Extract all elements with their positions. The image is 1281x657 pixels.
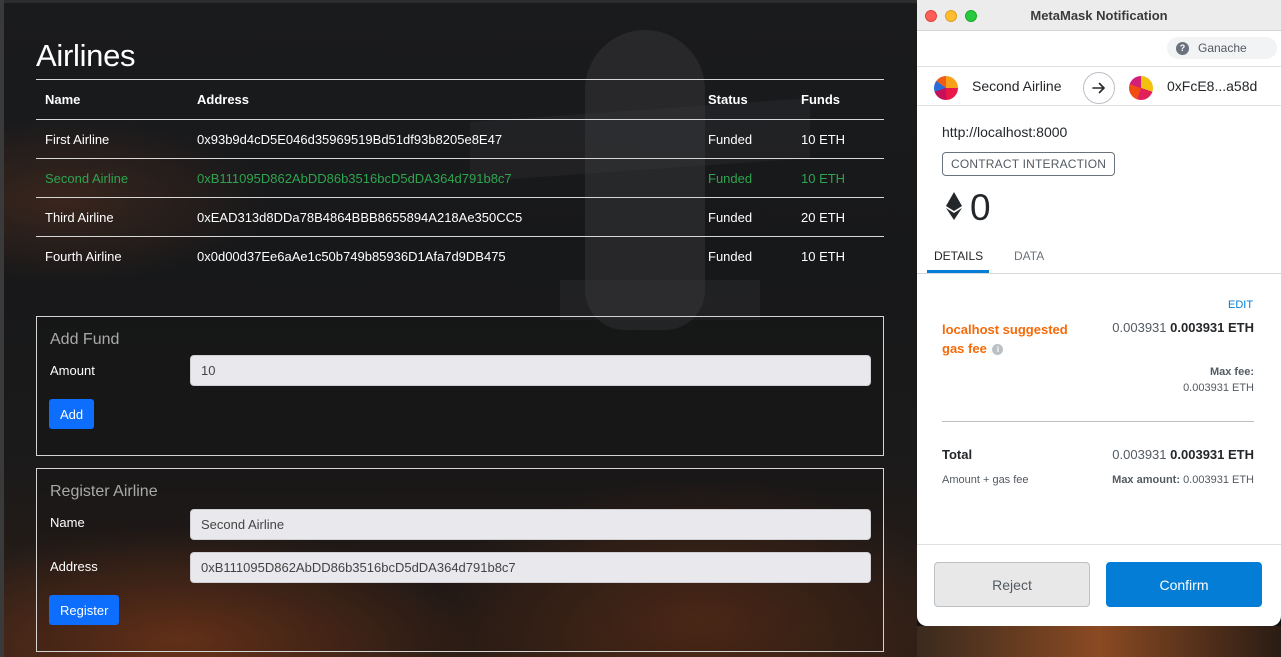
edit-gas-link[interactable]: EDIT xyxy=(1228,299,1253,311)
window-titlebar: MetaMask Notification xyxy=(917,0,1281,31)
to-account-avatar xyxy=(1129,76,1153,100)
total-eth: 0.003931 ETH xyxy=(1170,447,1254,462)
amount-label: Amount xyxy=(50,363,95,378)
table-header-row: Name Address Status Funds xyxy=(36,79,884,120)
confirm-button[interactable]: Confirm xyxy=(1106,562,1262,607)
table-row: Third Airline 0xEAD313d8DDa78B4864BBB865… xyxy=(36,197,884,237)
info-icon[interactable]: i xyxy=(992,344,1004,355)
gas-fee-label: localhost suggested gas fee i xyxy=(942,320,1082,358)
airlines-app: Airlines Name Address Status Funds First… xyxy=(0,0,917,657)
airline-name: Second Airline xyxy=(36,158,188,198)
divider xyxy=(942,421,1254,422)
total-sub-label: Amount + gas fee xyxy=(942,474,1029,486)
from-account-avatar xyxy=(934,76,958,100)
airline-funds: 20 ETH xyxy=(792,197,884,237)
max-fee-label: Max fee: xyxy=(1209,366,1254,378)
total-plain: 0.003931 xyxy=(1112,447,1167,462)
page-title: Airlines xyxy=(36,38,136,73)
gas-fee-value: 0.003931 0.003931 ETH xyxy=(1112,320,1254,335)
window-left-edge xyxy=(0,0,4,657)
name-label: Name xyxy=(50,515,85,530)
tab-details[interactable]: DETAILS xyxy=(934,249,983,263)
from-account-name[interactable]: Second Airline xyxy=(972,78,1062,94)
airline-address: 0xEAD313d8DDa78B4864BBB8655894A218Ae350C… xyxy=(188,197,699,237)
airline-status: Funded xyxy=(699,158,792,198)
amount-input[interactable] xyxy=(190,355,871,386)
max-amount: Max amount: 0.003931 ETH xyxy=(1112,474,1254,486)
header-address: Address xyxy=(188,79,699,120)
active-tab-indicator xyxy=(927,270,989,273)
help-icon: ? xyxy=(1176,41,1189,55)
action-footer: Reject Confirm xyxy=(917,544,1281,626)
network-selector[interactable]: ? Ganache xyxy=(1167,37,1277,59)
add-fund-card: Add Fund Amount Add xyxy=(36,316,884,456)
airlines-table: Name Address Status Funds First Airline … xyxy=(36,79,884,276)
arrow-right-icon xyxy=(1083,72,1115,104)
airline-name-input[interactable] xyxy=(190,509,871,540)
airline-funds: 10 ETH xyxy=(801,248,846,264)
address-label: Address xyxy=(50,559,98,574)
network-name: Ganache xyxy=(1198,41,1247,55)
metamask-window: MetaMask Notification ? Ganache Second A… xyxy=(917,0,1281,626)
airline-address: 0x93b9d4cD5E046d35969519Bd51df93b8205e8E… xyxy=(188,119,699,159)
max-fee-value: 0.003931 ETH xyxy=(1183,382,1254,394)
amount-value: 0 xyxy=(970,187,991,228)
window-top-edge xyxy=(0,0,917,3)
sender-recipient: Second Airline 0xFcE8...a58d xyxy=(917,66,1281,106)
gas-fee-label-text: localhost suggested gas fee xyxy=(942,322,1068,356)
header-name: Name xyxy=(36,79,188,120)
header-status: Status xyxy=(699,79,792,120)
window-title: MetaMask Notification xyxy=(1030,8,1168,23)
airline-status: Funded xyxy=(699,119,792,159)
add-fund-title: Add Fund xyxy=(50,331,120,348)
gas-fee-eth: 0.003931 ETH xyxy=(1170,320,1254,335)
airline-address: 0x0d00d37Ee6aAe1c50b749b85936D1Afa7d9DB4… xyxy=(197,248,506,264)
airline-funds: 10 ETH xyxy=(792,119,884,159)
register-airline-title: Register Airline xyxy=(50,483,158,500)
register-airline-card: Register Airline Name Address Register xyxy=(36,468,884,652)
airline-address-input[interactable] xyxy=(190,552,871,583)
total-label: Total xyxy=(942,447,973,462)
header-funds: Funds xyxy=(792,79,884,120)
max-amount-label: Max amount: xyxy=(1112,474,1180,486)
max-amount-value: 0.003931 ETH xyxy=(1183,474,1254,486)
reject-button[interactable]: Reject xyxy=(934,562,1090,607)
airline-funds: 10 ETH xyxy=(792,158,884,198)
airline-status: Funded xyxy=(699,197,792,237)
table-row: First Airline 0x93b9d4cD5E046d35969519Bd… xyxy=(36,119,884,159)
airline-name: Fourth Airline xyxy=(45,248,122,264)
table-row: Fourth Airline 0x0d00d37Ee6aAe1c50b749b8… xyxy=(36,237,884,276)
gas-fee-plain: 0.003931 xyxy=(1112,320,1167,335)
details-tabs: DETAILS DATA xyxy=(917,240,1281,274)
tab-data[interactable]: DATA xyxy=(1014,249,1044,263)
airline-name: First Airline xyxy=(36,119,188,159)
background-airplane-tail xyxy=(560,280,760,320)
airline-status: Funded xyxy=(708,248,753,264)
transaction-type-badge: CONTRACT INTERACTION xyxy=(942,152,1116,176)
table-row-selected: Second Airline 0xB111095D862AbDD86b3516b… xyxy=(36,158,884,198)
desktop-background-strip xyxy=(917,626,1281,657)
total-value: 0.003931 0.003931 ETH xyxy=(1112,447,1254,462)
site-origin: http://localhost:8000 xyxy=(942,124,1068,140)
to-account-address[interactable]: 0xFcE8...a58d xyxy=(1167,78,1257,94)
register-button[interactable]: Register xyxy=(49,595,120,625)
add-button[interactable]: Add xyxy=(49,399,95,429)
airline-address: 0xB111095D862AbDD86b3516bcD5dDA364d791b8… xyxy=(188,158,699,198)
airline-name: Third Airline xyxy=(36,197,188,237)
ethereum-icon xyxy=(946,191,962,225)
transaction-amount: 0 xyxy=(946,186,991,230)
